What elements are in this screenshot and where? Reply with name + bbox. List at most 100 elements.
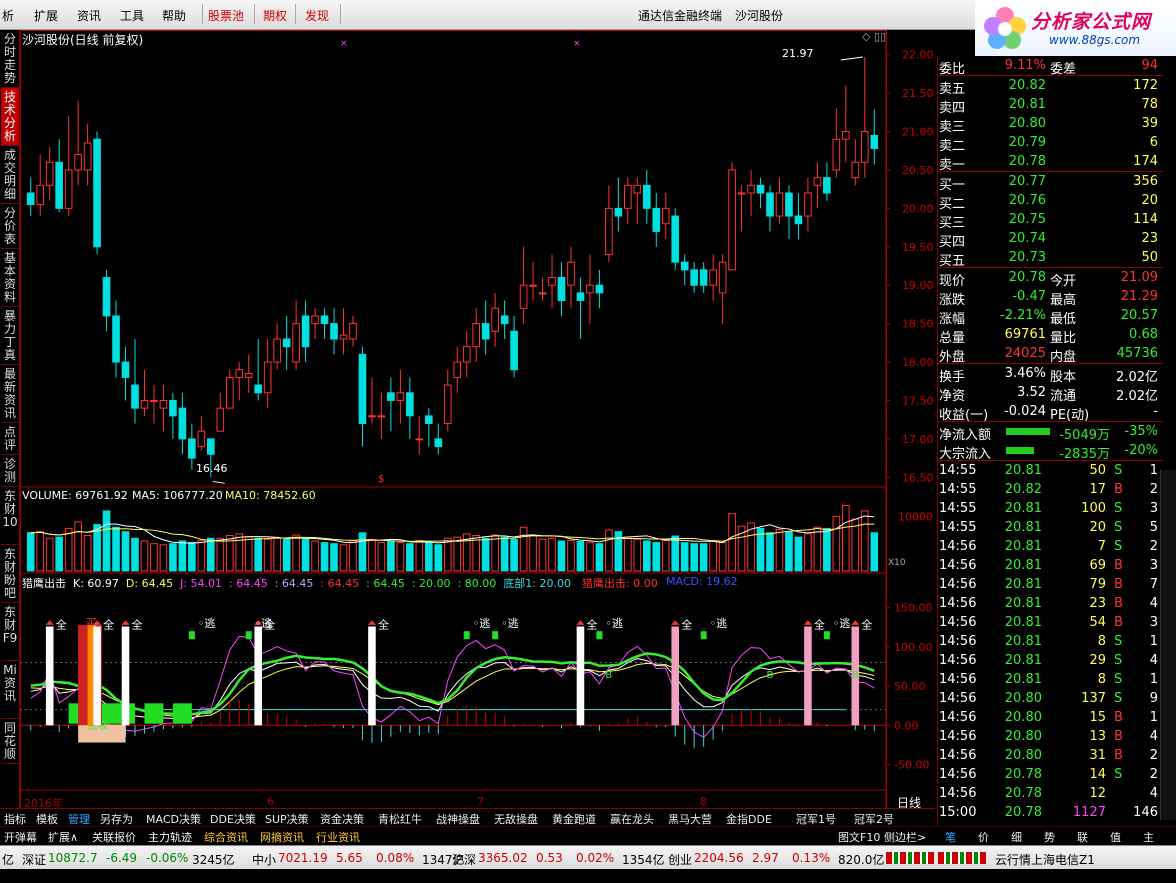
all-signal-label: 全 <box>378 617 389 631</box>
indicator-tab-8[interactable]: 青松红牛 <box>378 811 422 827</box>
right-tab-2[interactable]: 细 <box>1011 829 1022 845</box>
indicator-tab-16[interactable]: 冠军2号 <box>854 811 894 827</box>
indicator-tab-7[interactable]: 资金决策 <box>320 811 364 827</box>
indicator-tab-12[interactable]: 赢在龙头 <box>610 811 654 827</box>
flow-row: 净流入额 -5049万 -35% <box>938 423 1163 443</box>
index-name[interactable]: 深证 <box>22 851 46 868</box>
indicator-tab-4[interactable]: MACD决策 <box>146 811 201 827</box>
all-signal-label: 全 <box>861 617 872 631</box>
kline-chart-area[interactable]: 22.00 21.50 21.00 20.50 20.00 19.50 19.00 18.50… <box>20 30 935 820</box>
left-tab-10[interactable]: 东财盼吧 <box>1 545 19 603</box>
tick-count: 4 <box>1149 596 1158 611</box>
tick-time: 14:56 <box>939 710 977 725</box>
tool-tab-5[interactable]: 网摘资讯 <box>260 829 304 845</box>
candle <box>102 269 111 332</box>
index-amount: 3245亿 <box>192 853 235 867</box>
left-tab-3[interactable]: 分价表 <box>1 204 19 249</box>
candle <box>737 185 746 232</box>
right-tab-1[interactable]: 价 <box>978 829 989 845</box>
stat-value: -2.21% <box>1000 308 1046 323</box>
left-tab-0[interactable]: 分时走势 <box>1 30 19 88</box>
candle-body <box>131 384 139 409</box>
tick-row: 14:55 20.81 20 S 5 <box>938 519 1163 537</box>
tick-price: 20.81 <box>1004 501 1042 516</box>
candle-body <box>785 192 793 217</box>
indicator-tab-0[interactable]: 指标 <box>4 811 26 827</box>
indicator-tab-11[interactable]: 黄金跑道 <box>552 811 596 827</box>
tick-count: 4 <box>1149 653 1158 668</box>
chart-control-icons[interactable]: ◇ ▯▯ <box>862 30 886 43</box>
tick-row: 14:56 20.80 137 S 9 <box>938 690 1163 708</box>
panel-divider <box>938 75 1163 76</box>
right-tab-3[interactable]: 势 <box>1044 829 1055 845</box>
left-tab-11[interactable]: 东财F9 <box>1 603 19 661</box>
tool-tab-3[interactable]: 主力轨迹 <box>148 829 192 845</box>
right-tab-6[interactable]: 主 <box>1143 829 1154 845</box>
ask-price: 20.80 <box>1008 116 1046 131</box>
tool-tab-6[interactable]: 行业资讯 <box>316 829 360 845</box>
left-tab-6[interactable]: 最新资讯 <box>1 365 19 423</box>
tool-tab-1[interactable]: 扩展∧ <box>48 829 78 845</box>
left-tab-13[interactable]: 同花顺 <box>1 719 19 764</box>
candle-body <box>842 131 850 140</box>
quote-provider[interactable]: 云行情上海电信Z1 <box>995 851 1095 868</box>
right-tab-0[interactable]: 笔 <box>945 829 956 845</box>
tool-tab-2[interactable]: 关联报价 <box>92 829 136 845</box>
left-tab-2[interactable]: 成交明细 <box>1 146 19 204</box>
volume-bar <box>481 537 490 572</box>
f10-tab[interactable]: 图文F10 <box>838 829 880 845</box>
candle-body <box>301 315 310 348</box>
indicator-tab-10[interactable]: 无敌操盘 <box>494 811 538 827</box>
menu-discover[interactable]: 发现 <box>305 7 329 24</box>
indicator-tab-5[interactable]: DDE决策 <box>210 811 256 827</box>
left-tab-4[interactable]: 基本资料 <box>1 249 19 307</box>
candle-body <box>832 138 841 171</box>
indicator-tab-13[interactable]: 黑马大营 <box>668 811 712 827</box>
right-tab-5[interactable]: 值 <box>1110 829 1121 845</box>
indicator-tab-2[interactable]: 管理 <box>68 811 90 827</box>
menu-help[interactable]: 帮助 <box>162 7 186 24</box>
left-tab-12[interactable]: Mi资讯 <box>1 661 19 719</box>
indicator-tab-9[interactable]: 战神操盘 <box>436 811 480 827</box>
menu-news[interactable]: 资讯 <box>77 7 101 24</box>
menu-analysis[interactable]: 析 <box>2 7 14 24</box>
index-name[interactable]: 中小 <box>252 851 276 868</box>
left-tab-9[interactable]: 东财10 <box>1 487 19 545</box>
tick-scrollbar[interactable] <box>1160 470 1176 820</box>
tick-volume: 20 <box>1089 520 1106 535</box>
menu-stock-pool[interactable]: 股票池 <box>208 7 244 24</box>
ind-v5: : 64.45 <box>274 577 314 590</box>
left-tab-5[interactable]: 暴力丁真 <box>1 307 19 365</box>
right-panel-tabs: 笔价细势联值主 <box>937 826 1176 844</box>
tick-count: 2 <box>1149 482 1158 497</box>
ask-volume: 78 <box>1141 97 1158 112</box>
menu-options[interactable]: 期权 <box>263 7 287 24</box>
tick-time: 14:55 <box>939 463 977 478</box>
tool-tab-4[interactable]: 综合资讯 <box>204 829 248 845</box>
indicator-tab-6[interactable]: SUP决策 <box>265 811 309 827</box>
indicator-tab-15[interactable]: 冠军1号 <box>796 811 836 827</box>
indicator-tab-1[interactable]: 模板 <box>36 811 58 827</box>
tick-side: S <box>1114 672 1123 687</box>
tick-volume: 12 <box>1089 786 1106 801</box>
candle <box>235 362 244 401</box>
left-tab-1[interactable]: 技术分析 <box>1 88 19 146</box>
right-tab-4[interactable]: 联 <box>1077 829 1088 845</box>
indicator-tab-3[interactable]: 另存为 <box>100 811 133 827</box>
left-tab-7[interactable]: 点评 <box>1 423 19 455</box>
volume-bar <box>26 532 35 572</box>
index-name[interactable]: 沪深 <box>452 851 476 868</box>
index-name[interactable]: 创业 <box>668 851 692 868</box>
indicator-tab-14[interactable]: 金指DDE <box>726 811 772 827</box>
tool-tab-0[interactable]: 开弹幕 <box>4 829 37 845</box>
candle-body <box>112 315 120 363</box>
ind-hunt: 猎鹰出击: 0.00 <box>582 577 658 590</box>
volume-bar <box>424 542 433 572</box>
tick-volume: 17 <box>1089 482 1106 497</box>
quote-panel: 委比 9.11% 委差 94 卖五 20.82 172 卖四 20.81 78 卖三 20.80 39 卖… <box>937 56 1176 826</box>
sidebar-toggle[interactable]: 侧边栏> <box>884 829 926 845</box>
left-tab-8[interactable]: 诊测 <box>1 455 19 487</box>
menu-extend[interactable]: 扩展 <box>34 7 58 24</box>
tick-time: 14:56 <box>939 767 977 782</box>
menu-tools[interactable]: 工具 <box>120 7 144 24</box>
